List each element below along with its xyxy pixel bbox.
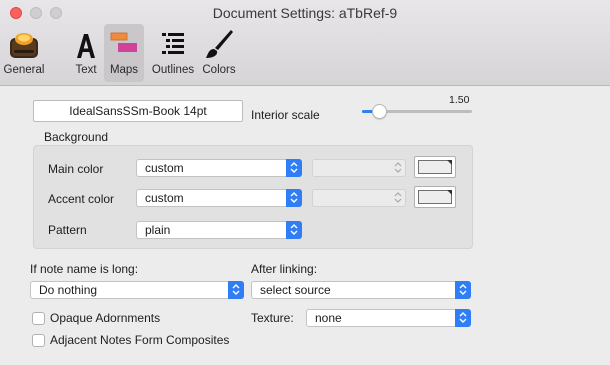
chevron-up-down-icon (286, 159, 302, 177)
toolbar-label-text: Text (75, 64, 97, 76)
accent-color-swatch (418, 190, 452, 204)
pattern-popup[interactable]: plain (136, 221, 302, 239)
pattern-value: plain (145, 223, 171, 237)
main-color-swatch (418, 160, 452, 174)
main-color-popup[interactable]: custom (136, 159, 302, 177)
long-name-popup[interactable]: Do nothing (30, 281, 244, 299)
title-bar: Document Settings: aTbRef-9 General Text… (0, 0, 610, 86)
texture-label: Texture: (251, 311, 294, 325)
interior-scale-label: Interior scale (251, 108, 320, 122)
adjacent-notes-checkbox[interactable] (32, 334, 45, 347)
opaque-adornments-checkbox[interactable] (32, 312, 45, 325)
toolbar-label-outlines: Outlines (151, 64, 195, 76)
chevron-up-down-icon (286, 189, 302, 207)
accent-color-popup[interactable]: custom (136, 189, 302, 207)
paintbrush-icon (203, 28, 235, 60)
chevron-up-down-icon (455, 309, 471, 327)
after-linking-popup[interactable]: select source (251, 281, 471, 299)
background-group-label: Background (44, 130, 109, 144)
map-font-button[interactable]: IdealSansSSm-Book 14pt (33, 100, 243, 122)
interior-scale-value: 1.50 (449, 94, 470, 106)
texture-value: none (315, 311, 342, 325)
toolbar-item-outlines[interactable]: Outlines (147, 24, 199, 82)
main-color-value: custom (145, 161, 184, 175)
texture-popup[interactable]: none (306, 309, 471, 327)
adjacent-notes-label: Adjacent Notes Form Composites (50, 333, 230, 347)
toolbar-label-maps: Maps (109, 64, 139, 76)
toolbar-item-colors[interactable]: Colors (199, 24, 239, 82)
toolbar-item-maps[interactable]: Maps (104, 24, 144, 82)
chevron-up-down-icon (390, 159, 406, 177)
interior-scale-slider-knob[interactable] (371, 104, 387, 119)
pattern-label: Pattern (48, 223, 87, 237)
main-color-label: Main color (48, 162, 104, 176)
accent-color-well[interactable] (414, 186, 456, 208)
long-name-label: If note name is long: (30, 262, 139, 276)
text-a-icon (70, 28, 102, 60)
app-icon (8, 28, 40, 60)
after-linking-label: After linking: (251, 262, 318, 276)
main-color-secondary-popup (312, 159, 406, 177)
opaque-adornments-label: Opaque Adornments (50, 311, 161, 325)
outline-list-icon (157, 28, 189, 60)
chevron-up-down-icon (286, 221, 302, 239)
accent-color-label: Accent color (48, 192, 115, 206)
long-name-value: Do nothing (39, 283, 98, 297)
accent-color-secondary-popup (312, 189, 406, 207)
toolbar-label-colors: Colors (202, 64, 236, 76)
maps-icon (108, 28, 140, 60)
chevron-up-down-icon (455, 281, 471, 299)
window-title: Document Settings: aTbRef-9 (212, 5, 398, 21)
after-linking-value: select source (260, 283, 331, 297)
toolbar-item-general[interactable]: General (2, 24, 46, 82)
main-color-well[interactable] (414, 156, 456, 178)
document-settings-window: Document Settings: aTbRef-9 General Text… (0, 0, 610, 365)
toolbar-item-text[interactable]: Text (70, 24, 102, 82)
toolbar-label-general: General (3, 64, 45, 76)
chevron-up-down-icon (228, 281, 244, 299)
chevron-up-down-icon (390, 189, 406, 207)
accent-color-value: custom (145, 191, 184, 205)
